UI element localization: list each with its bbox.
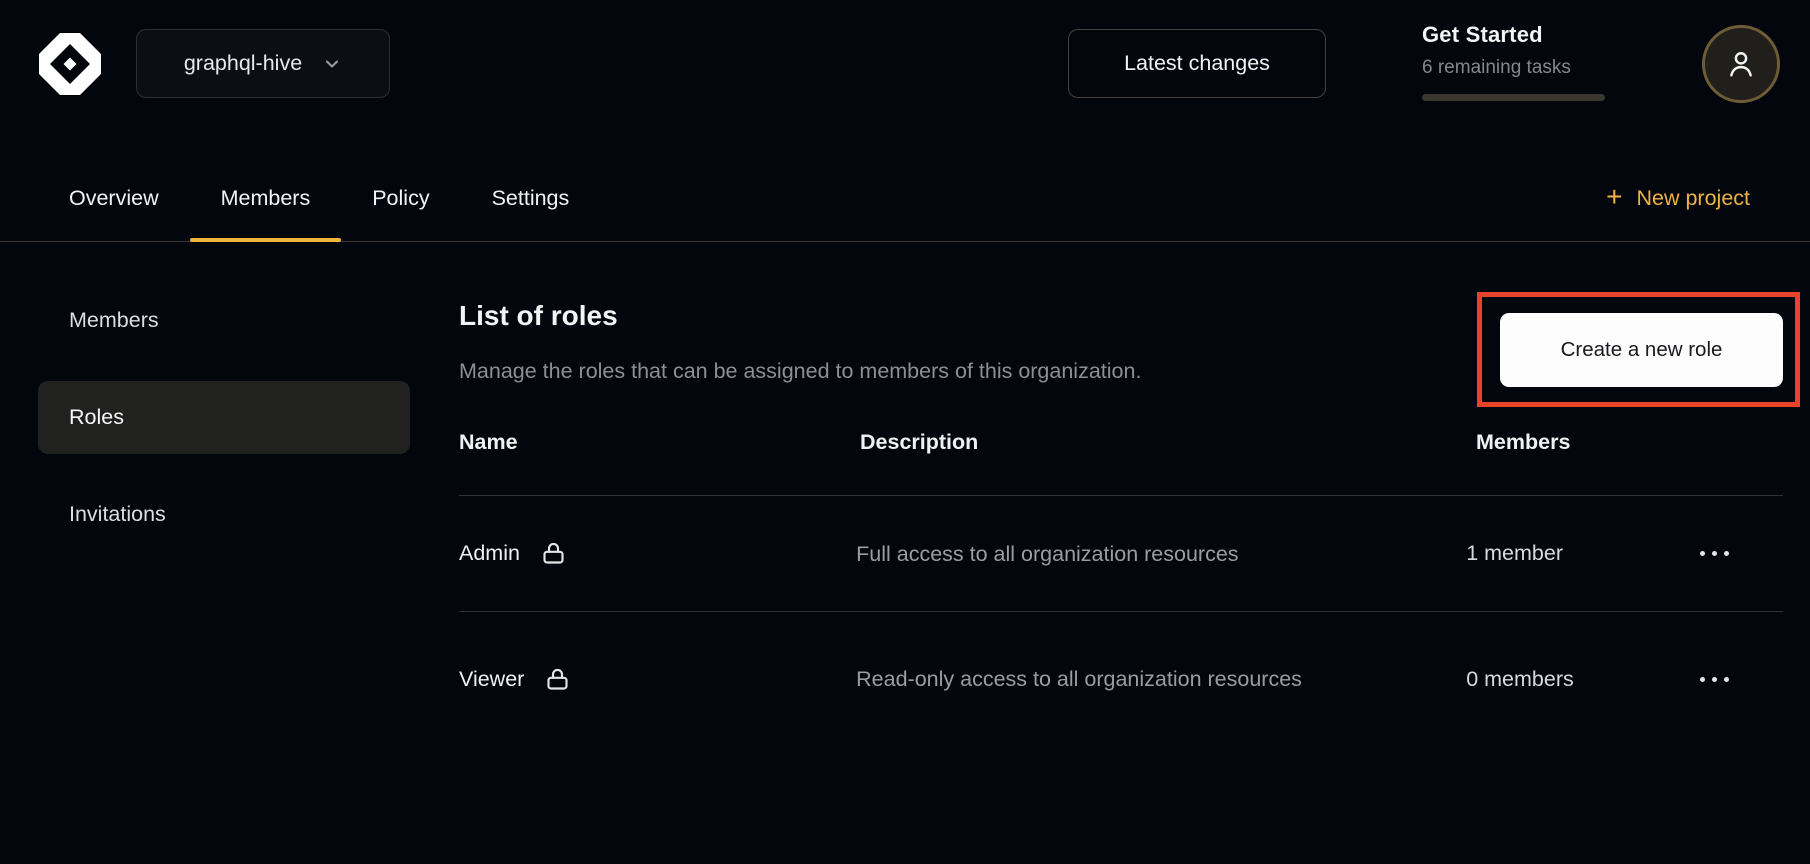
new-project-link[interactable]: + New project <box>1606 155 1750 241</box>
sidebar-item-invitations[interactable]: Invitations <box>38 478 410 551</box>
table-row-admin: Admin Full access to all organization re… <box>459 496 1783 612</box>
roles-table-header: Name Description Members <box>459 430 1783 496</box>
role-member-count: 0 members <box>1466 667 1574 691</box>
latest-changes-label: Latest changes <box>1124 51 1270 76</box>
role-description: Full access to all organization resource… <box>856 542 1238 566</box>
page-subtitle: Manage the roles that can be assigned to… <box>459 359 1141 384</box>
org-tab-bar: Overview Members Policy Settings + New p… <box>0 155 1810 242</box>
create-new-role-button[interactable]: Create a new role <box>1500 313 1783 387</box>
sidebar-item-roles[interactable]: Roles <box>38 381 410 454</box>
create-new-role-label: Create a new role <box>1561 338 1723 362</box>
tab-settings[interactable]: Settings <box>492 155 570 241</box>
get-started-progress-bar <box>1422 94 1605 101</box>
chevron-down-icon <box>322 54 342 74</box>
user-avatar[interactable] <box>1702 25 1780 103</box>
tab-overview[interactable]: Overview <box>69 155 159 241</box>
latest-changes-button[interactable]: Latest changes <box>1068 29 1326 98</box>
get-started-remaining-tasks: 6 remaining tasks <box>1422 57 1612 79</box>
tab-members[interactable]: Members <box>221 155 311 241</box>
role-name: Viewer <box>459 667 524 692</box>
column-header-name: Name <box>459 430 860 455</box>
role-name: Admin <box>459 541 520 566</box>
user-icon <box>1724 47 1758 81</box>
lock-icon <box>540 540 567 567</box>
page-title: List of roles <box>459 300 618 332</box>
column-header-members: Members <box>1476 430 1708 455</box>
new-project-label: New project <box>1636 186 1750 211</box>
plus-icon: + <box>1606 183 1622 211</box>
get-started-widget[interactable]: Get Started 6 remaining tasks <box>1422 22 1612 101</box>
column-header-description: Description <box>860 430 1476 455</box>
table-row-viewer: Viewer Read-only access to all organizat… <box>459 612 1783 746</box>
row-actions-menu-button[interactable] <box>1696 669 1733 690</box>
role-member-count: 1 member <box>1466 541 1563 565</box>
row-actions-menu-button[interactable] <box>1696 543 1733 564</box>
tab-policy[interactable]: Policy <box>372 155 429 241</box>
lock-icon <box>544 666 571 693</box>
organization-name: graphql-hive <box>184 51 302 76</box>
hive-logo[interactable] <box>35 29 105 99</box>
roles-table: Name Description Members Admin Full acce… <box>459 430 1783 746</box>
get-started-title: Get Started <box>1422 22 1612 48</box>
role-description: Read-only access to all organization res… <box>856 667 1302 691</box>
organization-selector[interactable]: graphql-hive <box>136 29 390 98</box>
members-sidebar: Members Roles Invitations <box>0 284 459 575</box>
sidebar-item-members[interactable]: Members <box>38 284 410 357</box>
